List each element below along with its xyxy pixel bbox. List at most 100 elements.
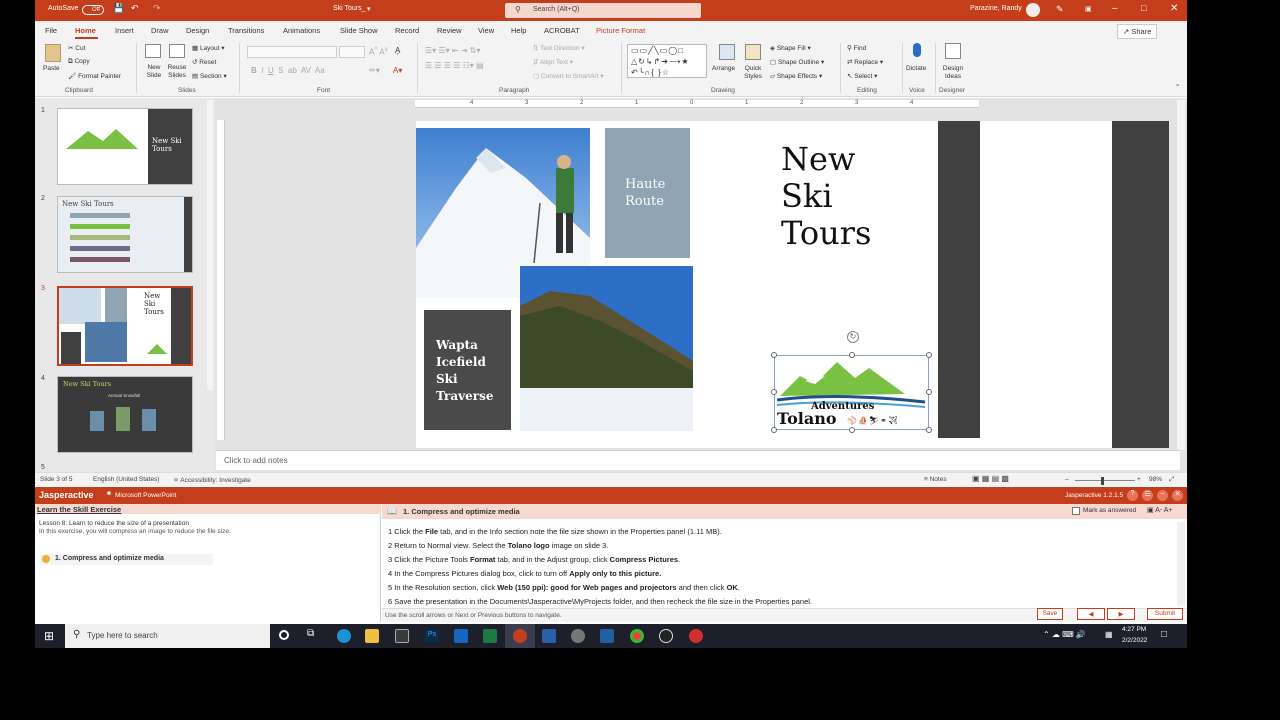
shape-effects-button[interactable]: ▱ Shape Effects ▾ [770,72,822,80]
app-icon[interactable] [571,629,585,643]
avatar[interactable] [1026,3,1040,17]
previous-button[interactable]: ◀ [1077,608,1105,620]
section-button[interactable]: ▤ Section ▾ [192,72,227,80]
font-family-select[interactable] [247,46,337,58]
view-buttons[interactable]: ▣ ▦ ▤ ▩ [972,474,1009,483]
zoom-slider-thumb[interactable] [1101,477,1104,485]
select-button[interactable]: ↖ Select ▾ [847,72,877,80]
font-size-select[interactable] [339,46,365,58]
resize-handle[interactable] [849,352,855,358]
format-painter-button[interactable]: 🖌 Format Painter [68,72,121,80]
chrome-icon[interactable] [630,629,644,643]
accessibility-status[interactable]: ⚛ Accessibility: Investigate [173,476,251,484]
share-button[interactable]: ↗ Share [1117,24,1158,39]
wapta-box[interactable]: Wapta Icefield Ski Traverse [424,310,511,430]
task-view-icon[interactable]: ⧉ [307,628,314,639]
zoom-out-icon[interactable]: – [1065,476,1069,483]
pen-icon[interactable]: ✎ [1056,4,1064,15]
zoom-level[interactable]: 98% [1149,476,1162,483]
tab-draw[interactable]: Draw [151,26,169,35]
ime-icon[interactable]: ▦ [1105,630,1113,639]
tab-file[interactable]: File [45,26,57,35]
file-explorer-icon[interactable] [365,629,379,643]
resize-handle[interactable] [771,352,777,358]
reset-button[interactable]: ↺ Reset [192,58,216,66]
font-style-icons[interactable]: B I U S ab AV Aa [251,66,325,75]
help-icon[interactable]: ? [1127,490,1138,501]
reuse-slides-icon[interactable] [169,44,185,58]
ribbon-display-icon[interactable]: ▣ [1085,5,1092,13]
design-ideas-button[interactable]: Design Ideas [941,65,965,81]
tab-picture-format[interactable]: Picture Format [596,26,645,35]
lake-photo[interactable] [520,266,693,431]
search-box[interactable]: ⚲ Search (Alt+Q) [505,3,701,18]
close-icon[interactable]: ✕ [1170,3,1178,14]
excel-icon[interactable] [483,629,497,643]
submit-button[interactable]: Submit [1147,608,1183,620]
resize-handle[interactable] [926,389,932,395]
title-dropdown-icon[interactable]: ▾ [367,5,371,13]
outlook-icon[interactable] [454,629,468,643]
zoom-in-icon[interactable]: + [1137,476,1141,483]
resize-handle[interactable] [771,427,777,433]
mark-answered-checkbox[interactable] [1072,507,1080,515]
dictate-button[interactable]: Dictate [906,65,926,72]
tab-transitions[interactable]: Transitions [228,26,264,35]
grow-font-icon[interactable]: A^ Av [369,46,388,57]
slide-thumbnail-2[interactable]: New Ski Tours [57,196,193,273]
notification-icon[interactable]: □ [1161,629,1167,640]
font-color-icon[interactable]: A▾ [393,66,402,75]
shape-outline-button[interactable]: ▢ Shape Outline ▾ [770,58,824,66]
word-icon[interactable] [542,629,556,643]
replace-button[interactable]: ⇄ Replace ▾ [847,58,883,66]
resize-handle[interactable] [771,389,777,395]
convert-smartart-button[interactable]: ▢ Convert to SmartArt ▾ [533,72,603,80]
cortana-icon[interactable] [279,630,289,640]
fit-slide-icon[interactable]: ⤢ [1169,476,1174,484]
save-button[interactable]: Save [1037,608,1063,620]
slide-title[interactable]: New Ski Tours [781,141,871,252]
tab-view[interactable]: View [478,26,494,35]
list-icons[interactable]: ☰▾ ☰▾ ⇤ ⇥ ⇅▾ [425,46,480,55]
microphone-icon[interactable] [913,43,921,57]
tab-slide-show[interactable]: Slide Show [340,26,378,35]
paste-button[interactable]: Paste [43,65,60,72]
undo-icon[interactable]: ↶ [131,3,139,14]
document-title[interactable]: Ski Tours_ [333,5,366,12]
rotate-handle-icon[interactable]: ↻ [847,331,859,343]
minimize-panel-icon[interactable]: – [1157,490,1168,501]
highlight-color-icon[interactable]: ✏▾ [369,66,380,75]
taskbar-search[interactable]: ⚲ Type here to search [65,624,270,648]
haute-route-box[interactable]: Haute Route [605,128,690,258]
resize-handle[interactable] [926,427,932,433]
minimize-icon[interactable]: – [1112,3,1118,14]
shape-fill-button[interactable]: ◈ Shape Fill ▾ [770,44,811,52]
tab-review[interactable]: Review [437,26,462,35]
tab-acrobat[interactable]: ACROBAT [544,26,580,35]
language[interactable]: English (United States) [93,476,159,483]
arrange-button[interactable]: Arrange [712,65,735,72]
cut-button[interactable]: ✂ Cut [68,44,85,52]
text-size-icons[interactable]: ▣ A- A+ [1147,506,1173,514]
copy-button[interactable]: ⧉ Copy [68,58,90,66]
task-scrollbar[interactable] [1177,522,1185,606]
tab-record[interactable]: Record [395,26,419,35]
resize-handle[interactable] [849,427,855,433]
design-ideas-icon[interactable] [945,43,961,59]
jasperactive-icon[interactable] [689,629,703,643]
thumbnail-scrollbar[interactable] [207,100,213,390]
align-icons[interactable]: ☰ ☰ ☰ ☰ ☷▾ ▤ [425,61,484,70]
tolano-logo[interactable]: Adventures Tolano ⚾⛵⛷⚭✈ [774,355,929,430]
tab-help[interactable]: Help [511,26,526,35]
quick-styles-button[interactable]: Quick Styles [741,65,765,81]
slide-thumbnail-4[interactable]: New Ski Tours Annual Snowfall [57,376,193,453]
find-button[interactable]: ⚲ Find [847,44,866,52]
notes-pane[interactable]: Click to add notes [216,450,1180,470]
next-button[interactable]: ▶ [1107,608,1135,620]
photoshop-icon[interactable]: Ps [425,629,439,643]
clock-time[interactable]: 4:27 PM [1122,626,1146,633]
quick-styles-icon[interactable] [745,44,761,60]
clock-date[interactable]: 2/2/2022 [1122,637,1147,644]
arrange-icon[interactable] [719,44,735,60]
editor-scrollbar[interactable] [1177,100,1185,450]
